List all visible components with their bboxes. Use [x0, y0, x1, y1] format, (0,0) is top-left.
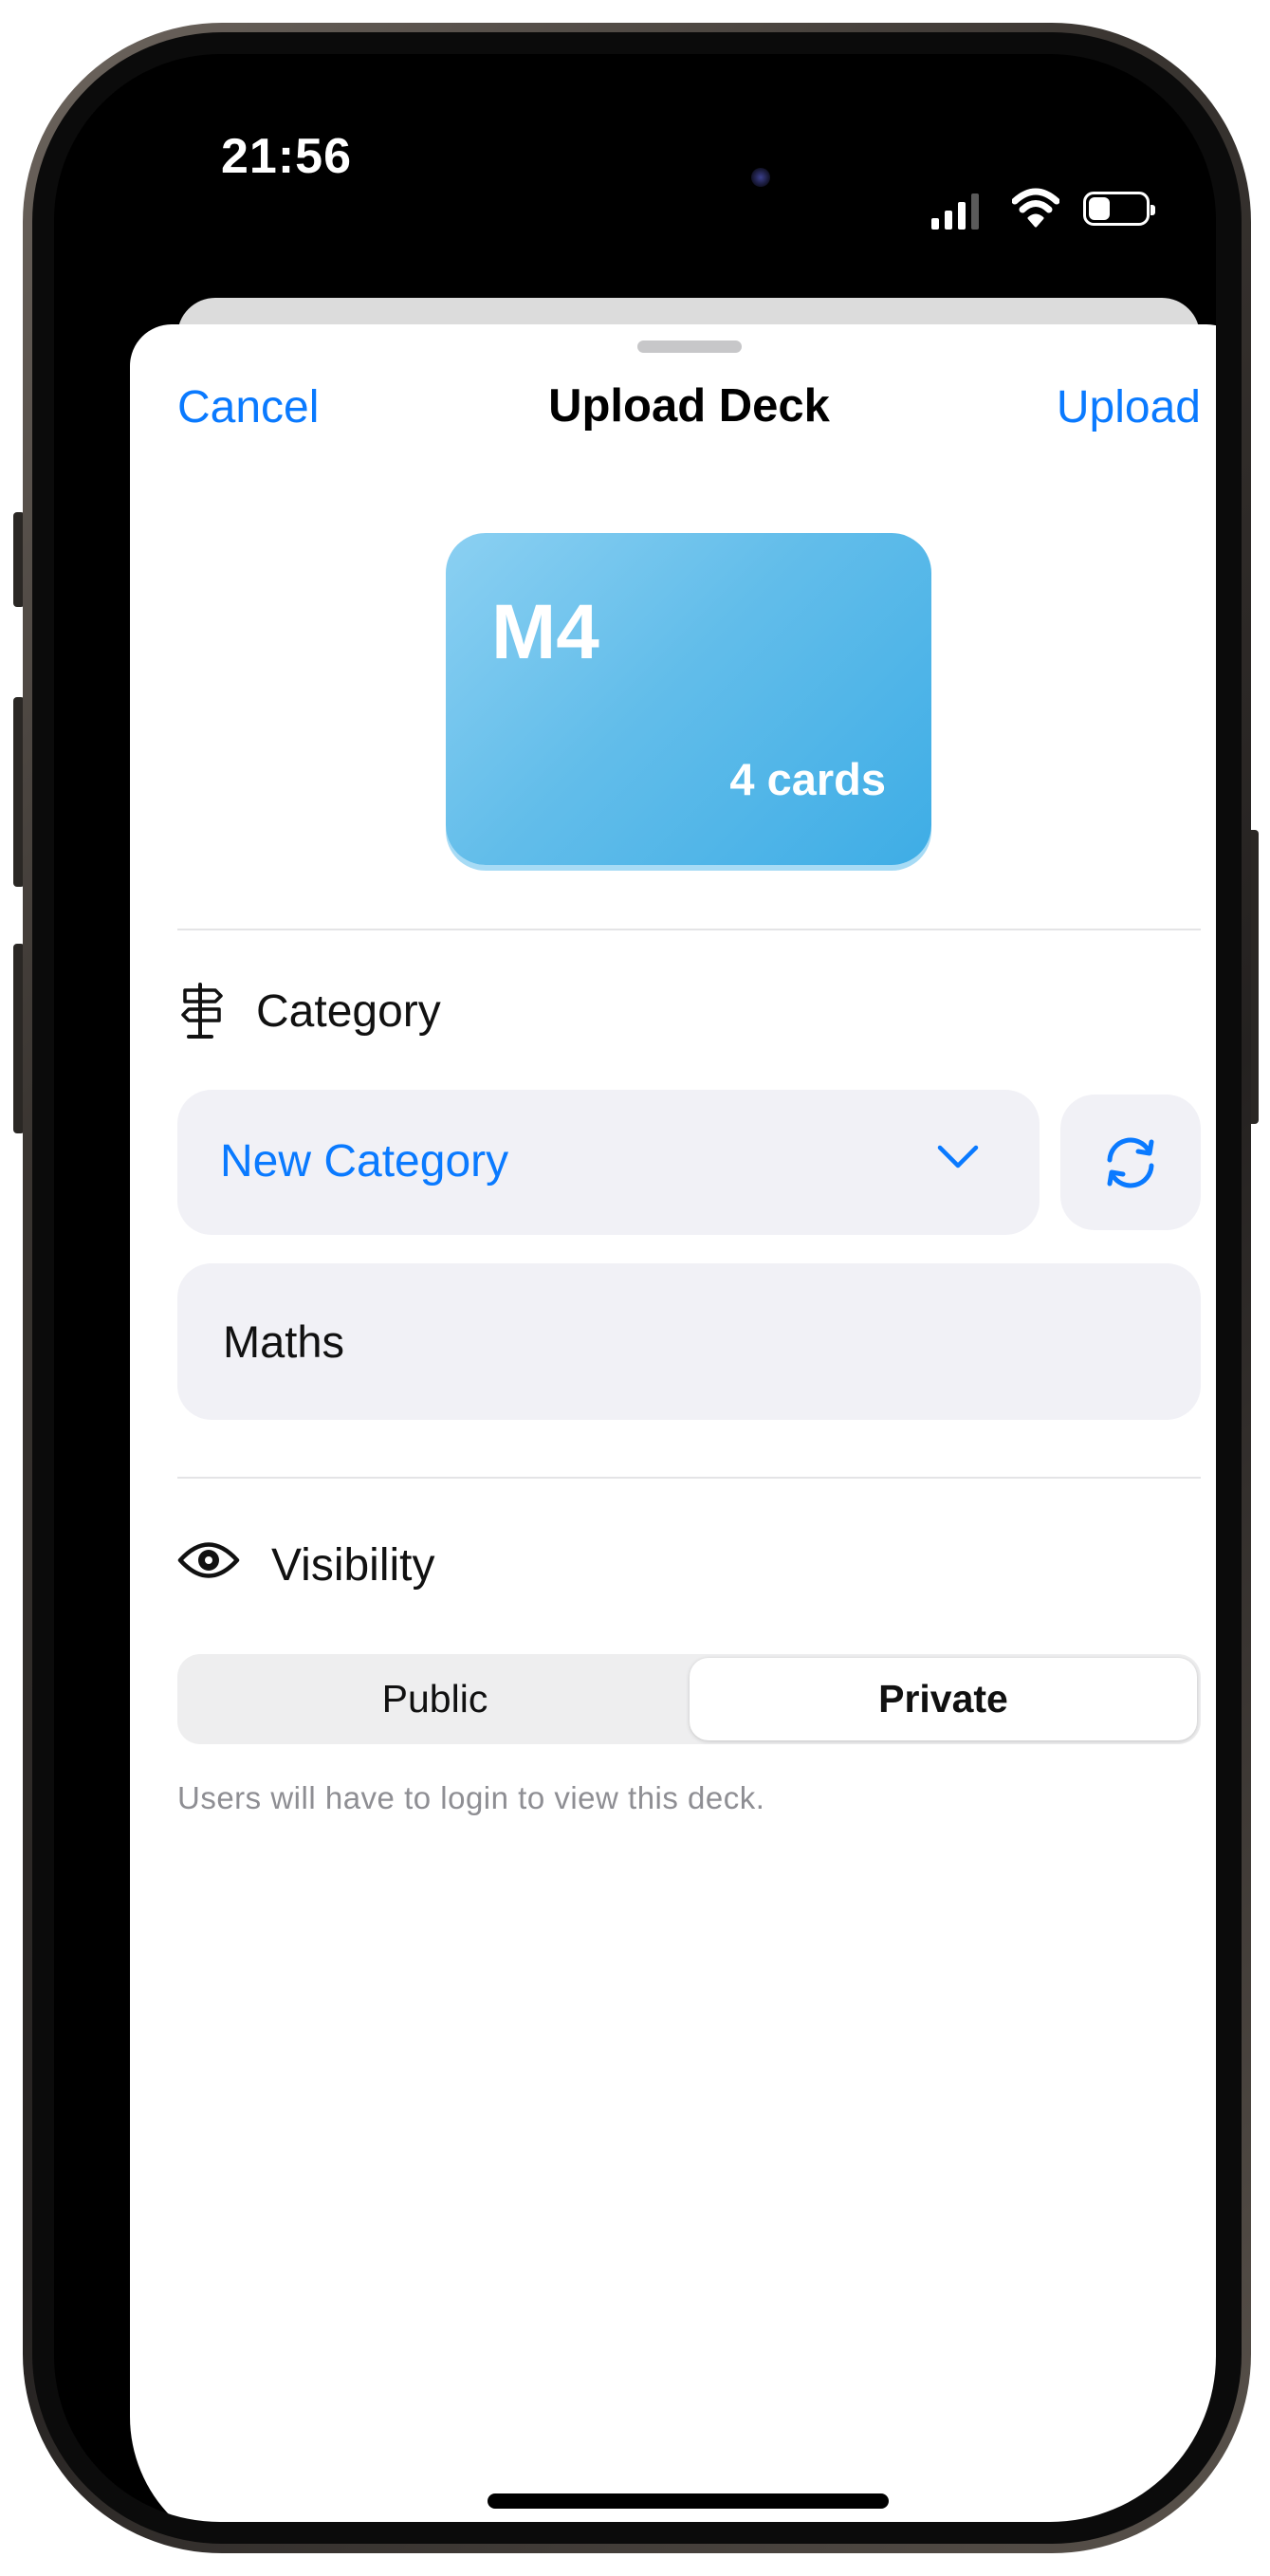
divider: [177, 929, 1201, 930]
front-camera: [751, 168, 770, 187]
chevron-down-icon: [937, 1145, 979, 1168]
visibility-hint: Users will have to login to view this de…: [177, 1780, 765, 1815]
category-name-value: Maths: [223, 1316, 344, 1367]
visibility-label: Visibility: [271, 1540, 435, 1591]
refresh-categories-button[interactable]: [1060, 1095, 1201, 1230]
upload-deck-sheet: Cancel Upload Deck Upload M4 4 cards Cat…: [130, 324, 1216, 2522]
home-indicator[interactable]: [488, 2493, 889, 2509]
segment-private[interactable]: Private: [690, 1658, 1197, 1740]
category-label: Category: [256, 986, 441, 1037]
divider: [177, 1477, 1201, 1479]
category-selected-value: New Category: [220, 1136, 509, 1187]
category-dropdown[interactable]: New Category: [177, 1090, 1040, 1235]
deck-name: M4: [491, 589, 599, 675]
page-title: Upload Deck: [548, 380, 830, 432]
battery-icon: [1083, 192, 1155, 226]
visibility-segmented-control: Public Private: [177, 1654, 1201, 1744]
deck-preview-card: M4 4 cards: [446, 533, 931, 865]
status-time: 21:56: [221, 129, 352, 184]
sheet-grabber[interactable]: [637, 340, 742, 353]
refresh-icon: [1107, 1137, 1154, 1188]
cellular-signal-icon: [931, 192, 988, 230]
deck-card-count: 4 cards: [729, 754, 886, 804]
screen: 21:56 Cancel Upload Deck Upload M4 4 car…: [54, 54, 1216, 2522]
wifi-icon: [1012, 188, 1059, 228]
eye-icon: [177, 1542, 240, 1578]
signpost-icon: [181, 983, 223, 1039]
category-name-field[interactable]: Maths: [177, 1263, 1201, 1420]
upload-button[interactable]: Upload: [1057, 381, 1201, 433]
segment-public[interactable]: Public: [181, 1658, 689, 1740]
